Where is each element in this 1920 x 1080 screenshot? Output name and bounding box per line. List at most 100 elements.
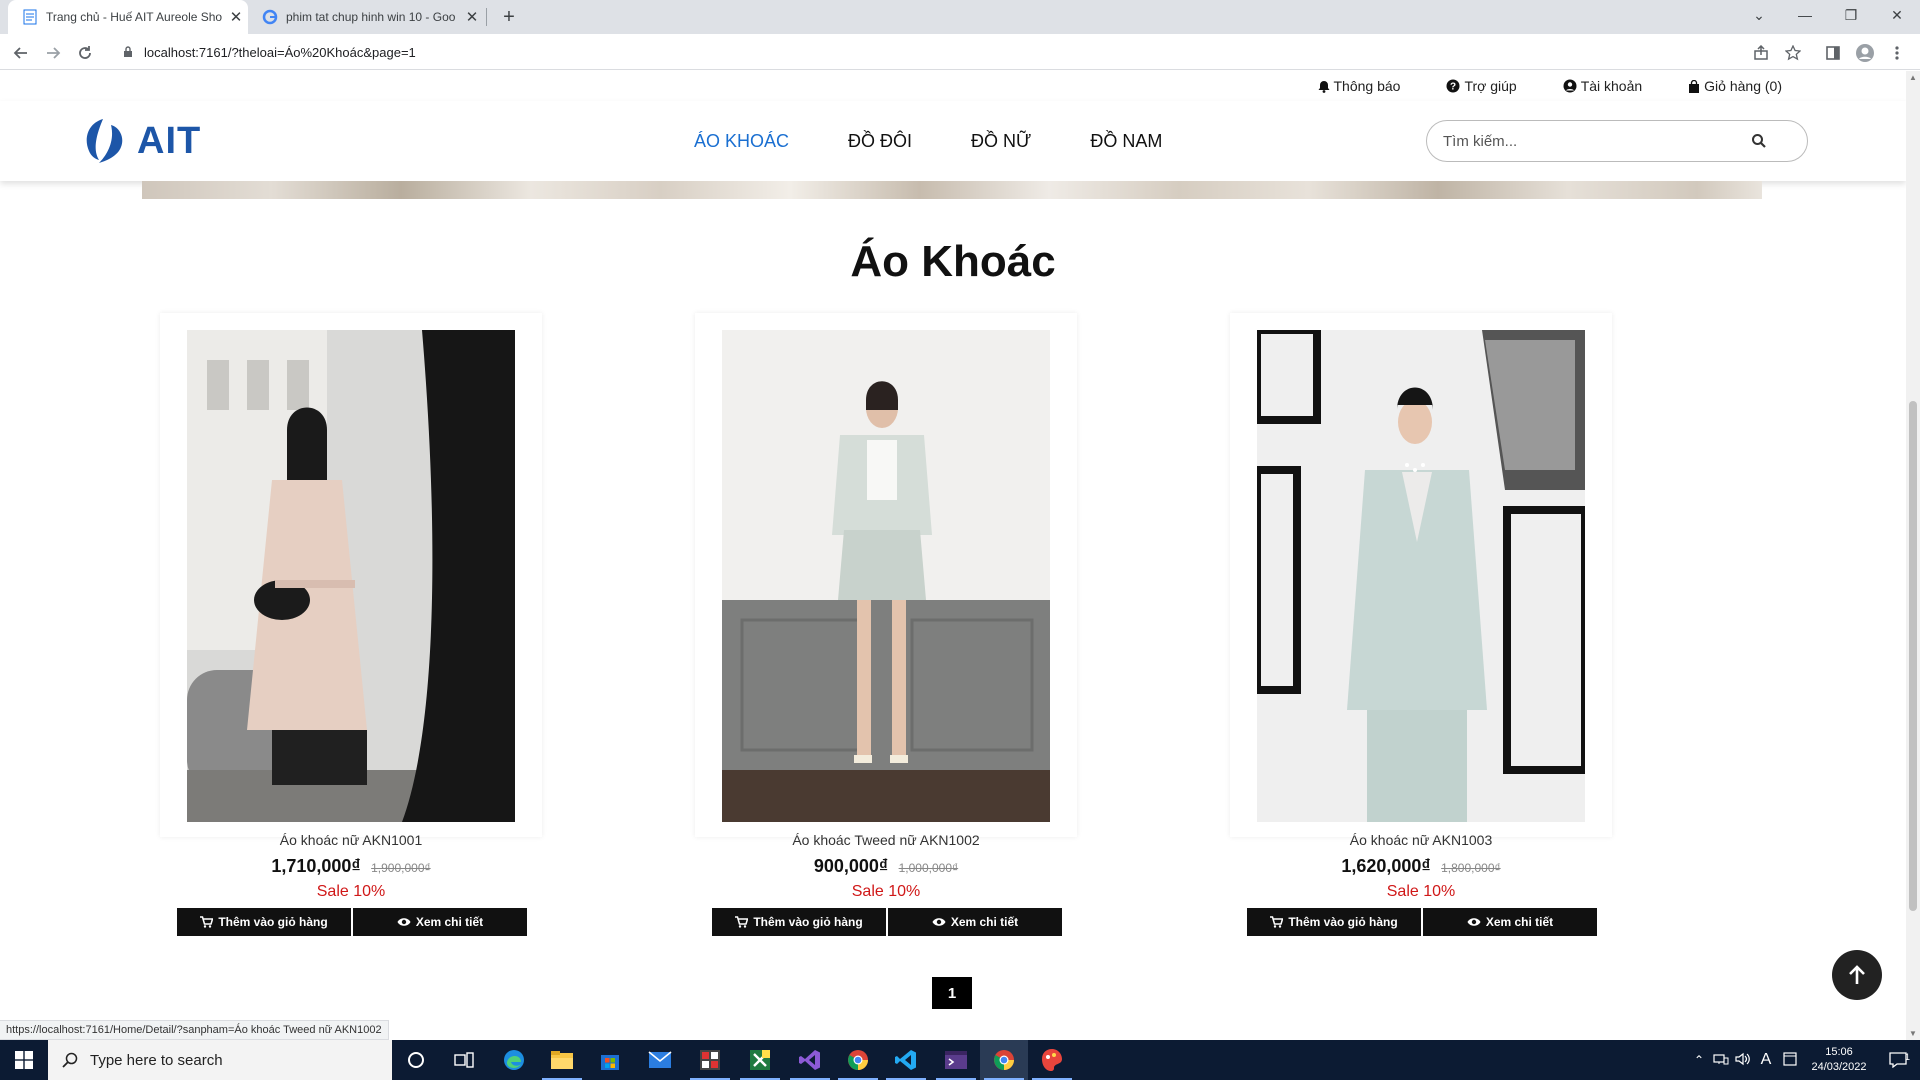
account-link[interactable]: Tài khoản: [1563, 78, 1642, 94]
user-circle-icon: [1563, 79, 1577, 93]
browser-menu-icon[interactable]: [1884, 40, 1910, 66]
menu-item-ao-khoac[interactable]: ÁO KHOÁC: [694, 131, 789, 152]
search-icon[interactable]: [1751, 133, 1767, 154]
task-view-icon[interactable]: [440, 1040, 488, 1080]
input-language-indicator[interactable]: A: [1754, 1051, 1778, 1069]
vscode-icon[interactable]: [882, 1040, 930, 1080]
cart-icon: [735, 916, 749, 928]
windows-taskbar: Type here to search ⌃ A 15:06 24/03/2022…: [0, 1040, 1920, 1080]
top-links-bar: Thông báo ? Trợ giúp Tài khoản Giỏ hàng …: [0, 71, 1906, 101]
eye-icon: [397, 918, 411, 926]
profile-avatar-icon[interactable]: [1852, 40, 1878, 66]
share-icon[interactable]: [1748, 40, 1774, 66]
notification-center-icon[interactable]: 1: [1876, 1052, 1920, 1068]
product-name[interactable]: Áo khoác Tweed nữ AKN1002: [695, 832, 1077, 848]
eye-icon: [932, 918, 946, 926]
minimize-icon[interactable]: —: [1782, 0, 1828, 30]
site-logo[interactable]: AIT: [81, 115, 201, 167]
product-old-price: 1,800,000₫: [1441, 861, 1501, 875]
network-icon[interactable]: [1710, 1053, 1732, 1068]
bookmark-star-icon[interactable]: [1780, 40, 1806, 66]
notification-count: 1: [1904, 1052, 1910, 1062]
lock-icon[interactable]: [118, 46, 138, 58]
taskbar-search-box[interactable]: Type here to search: [48, 1040, 392, 1080]
product-name[interactable]: Áo khoác nữ AKN1003: [1230, 832, 1612, 848]
view-detail-button[interactable]: Xem chi tiết: [1423, 908, 1597, 936]
clock-time: 15:06: [1825, 1046, 1853, 1058]
view-detail-button[interactable]: Xem chi tiết: [888, 908, 1062, 936]
notifications-label: Thông báo: [1333, 78, 1401, 94]
reload-icon[interactable]: [72, 40, 98, 66]
close-window-icon[interactable]: ✕: [1874, 0, 1920, 30]
search-icon: [62, 1052, 78, 1068]
product-card: Áo khoác nữ AKN1003 1,620,000₫ 1,800,000…: [1230, 313, 1612, 936]
product-price: 1,620,000₫: [1341, 856, 1431, 876]
view-detail-button[interactable]: Xem chi tiết: [353, 908, 527, 936]
forward-icon[interactable]: [40, 40, 66, 66]
cart-link[interactable]: Giỏ hàng (0): [1688, 78, 1782, 94]
cortana-icon[interactable]: [392, 1040, 440, 1080]
tab-search-icon[interactable]: ⌄: [1736, 0, 1782, 30]
taskbar-clock[interactable]: 15:06 24/03/2022: [1802, 1045, 1876, 1075]
help-link[interactable]: ? Trợ giúp: [1446, 78, 1517, 94]
side-panel-icon[interactable]: [1820, 40, 1846, 66]
new-tab-button[interactable]: +: [496, 4, 522, 30]
scroll-up-icon[interactable]: ▲: [1909, 73, 1917, 82]
scroll-down-icon[interactable]: ▼: [1909, 1029, 1917, 1038]
logo-mark-icon: [86, 119, 123, 163]
menu-item-do-doi[interactable]: ĐỒ ĐÔI: [848, 131, 912, 152]
section-title: Áo Khoác: [850, 237, 1056, 286]
add-to-cart-button[interactable]: Thêm vào giỏ hàng: [712, 908, 886, 936]
chrome-icon-active[interactable]: [980, 1040, 1028, 1080]
menu-item-do-nam[interactable]: ĐỒ NAM: [1090, 131, 1162, 152]
browser-tab[interactable]: phim tat chup hinh win 10 - Goo ✕: [248, 0, 484, 34]
chrome-icon[interactable]: [834, 1040, 882, 1080]
microsoft-store-icon[interactable]: [586, 1040, 634, 1080]
product-image[interactable]: [1257, 330, 1585, 822]
edge-browser-icon[interactable]: [490, 1040, 538, 1080]
product-name[interactable]: Áo khoác nữ AKN1001: [160, 832, 542, 848]
visual-studio-icon[interactable]: [786, 1040, 834, 1080]
browser-tabstrip: Trang chủ - Huế AIT Aureole Sho ✕ phim t…: [0, 0, 1920, 34]
browser-tab-active[interactable]: Trang chủ - Huế AIT Aureole Sho ✕: [8, 0, 248, 34]
back-to-top-button[interactable]: [1832, 950, 1882, 1000]
browser-toolbar: localhost:7161/?theloai=Áo%20Khoác&page=…: [0, 34, 1920, 70]
search-box: [1426, 120, 1808, 162]
add-to-cart-label: Thêm vào giỏ hàng: [1288, 915, 1398, 929]
volume-icon[interactable]: [1732, 1052, 1754, 1069]
tray-chevron-icon[interactable]: ⌃: [1688, 1053, 1710, 1067]
snip-tool-icon[interactable]: [686, 1040, 734, 1080]
pagination-page-1[interactable]: 1: [932, 977, 972, 1009]
product-sale-badge: Sale 10%: [1386, 883, 1456, 900]
windows-start-button[interactable]: [0, 1040, 48, 1080]
product-prices: 900,000₫ 1,000,000₫: [695, 856, 1077, 877]
arrow-up-icon: [1849, 965, 1865, 984]
main-menu: ÁO KHOÁC ĐỒ ĐÔI ĐỒ NỮ ĐỒ NAM: [694, 101, 1162, 181]
excel-like-app-icon[interactable]: [736, 1040, 784, 1080]
add-to-cart-button[interactable]: Thêm vào giỏ hàng: [1247, 908, 1421, 936]
file-explorer-icon[interactable]: [538, 1040, 586, 1080]
close-tab-icon[interactable]: ✕: [460, 8, 484, 26]
back-icon[interactable]: [8, 40, 34, 66]
restore-icon[interactable]: ❐: [1828, 0, 1874, 30]
taskbar-search-placeholder: Type here to search: [90, 1051, 223, 1069]
scrollbar-thumb[interactable]: [1909, 401, 1917, 911]
product-card: Áo khoác nữ AKN1001 1,710,000₫ 1,900,000…: [160, 313, 542, 936]
product-image[interactable]: [722, 330, 1050, 822]
notifications-link[interactable]: Thông báo: [1318, 78, 1401, 94]
product-sale-badge: Sale 10%: [851, 883, 921, 900]
terminal-app-icon[interactable]: [932, 1040, 980, 1080]
close-tab-icon[interactable]: ✕: [224, 8, 248, 26]
product-image[interactable]: [187, 330, 515, 822]
page-scrollbar[interactable]: ▲ ▼: [1906, 71, 1920, 1040]
paint-app-icon[interactable]: [1028, 1040, 1076, 1080]
mail-icon[interactable]: [636, 1040, 684, 1080]
shopping-bag-icon: [1689, 79, 1700, 93]
menu-item-do-nu[interactable]: ĐỒ NỮ: [971, 131, 1031, 152]
address-bar[interactable]: localhost:7161/?theloai=Áo%20Khoác&page=…: [108, 37, 1788, 67]
search-input[interactable]: [1443, 132, 1743, 150]
action-toggle-icon[interactable]: [1778, 1051, 1802, 1069]
product-old-price: 1,900,000₫: [371, 861, 431, 875]
tab-title: Trang chủ - Huế AIT Aureole Sho: [46, 10, 223, 24]
add-to-cart-button[interactable]: Thêm vào giỏ hàng: [177, 908, 351, 936]
